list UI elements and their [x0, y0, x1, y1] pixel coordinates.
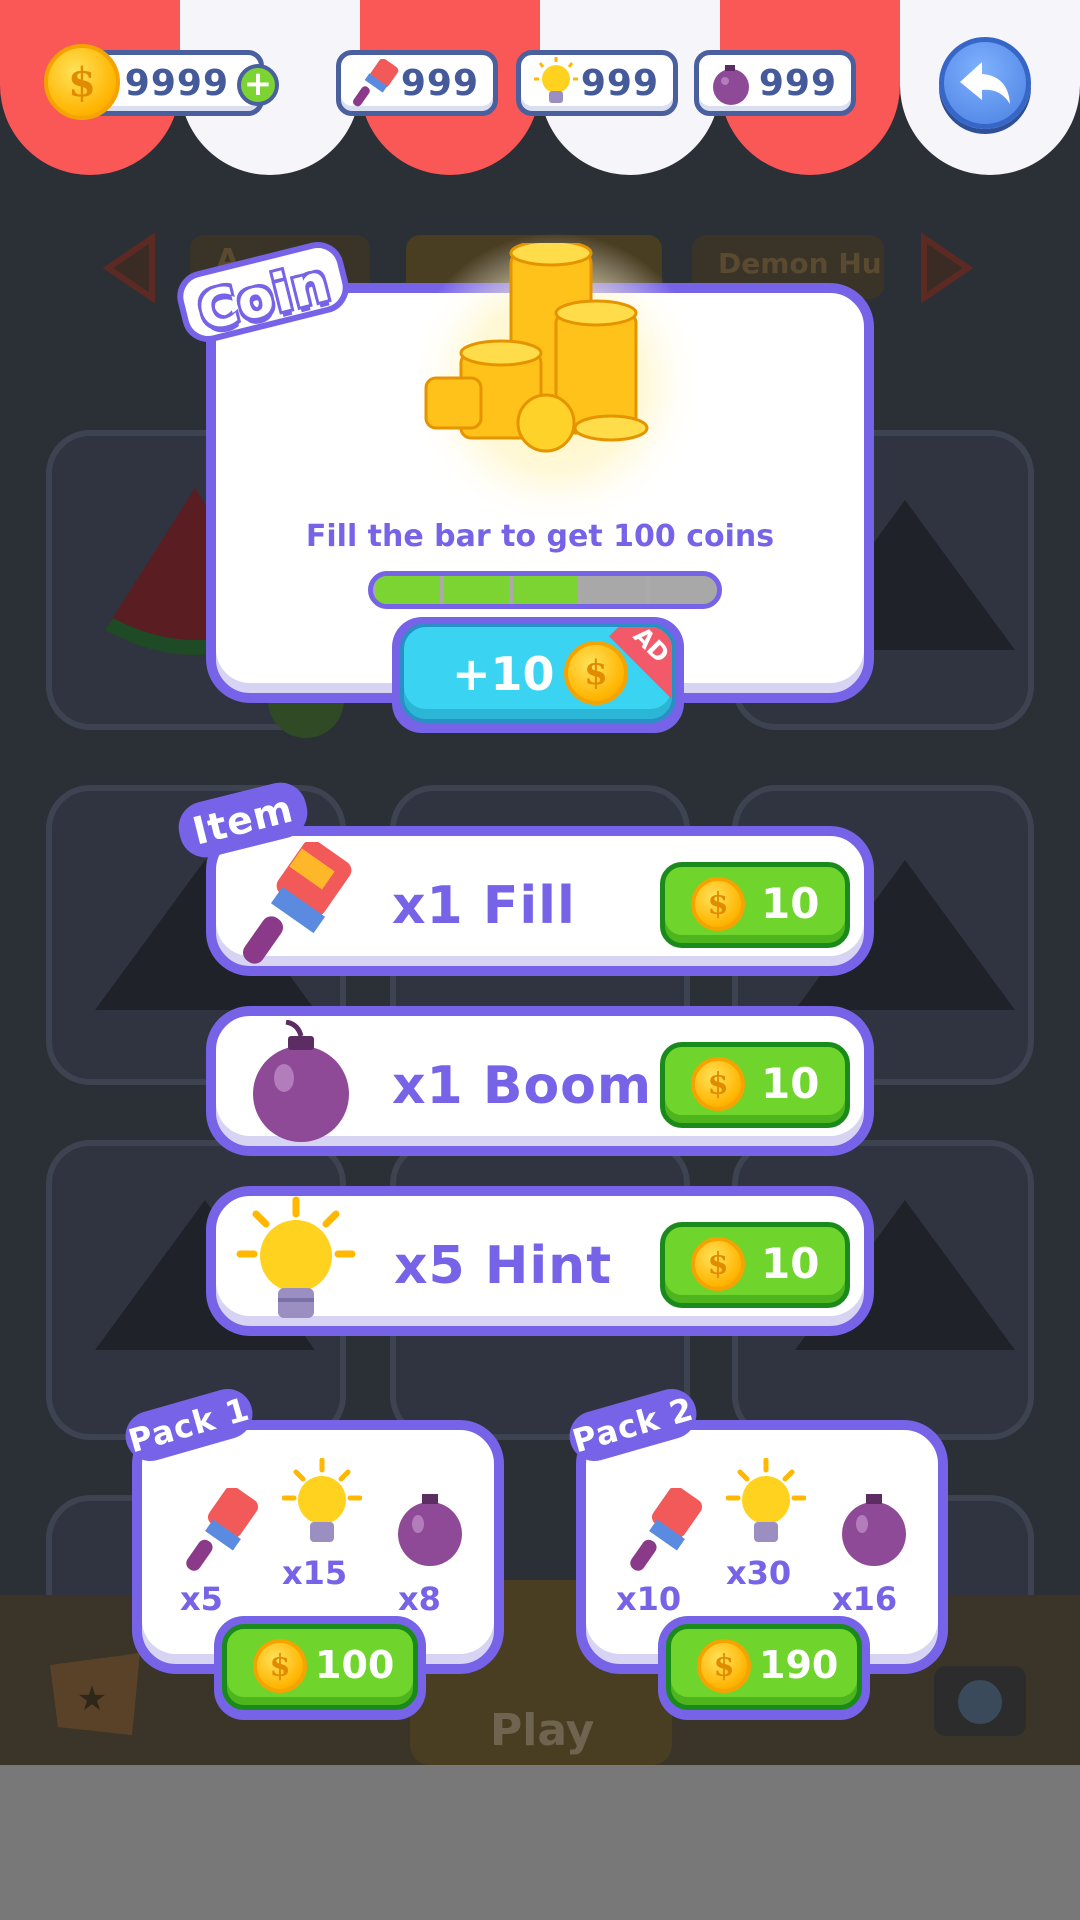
bg-arrow-left-icon — [102, 232, 155, 304]
coin-icon: $ — [691, 1237, 745, 1291]
hint-balance: 999 — [516, 50, 678, 116]
progress-segment — [512, 576, 578, 604]
svg-text:★: ★ — [77, 1679, 107, 1719]
paint-brush-icon — [186, 1488, 259, 1571]
coin-balance-value: 9999 — [124, 63, 229, 104]
fill-balance-value: 999 — [400, 63, 479, 104]
ad-reward-label: +10 — [452, 647, 555, 701]
progress-segment — [581, 576, 647, 604]
lightbulb-icon — [534, 57, 578, 103]
add-coins-glyph: + — [243, 64, 273, 104]
lightbulb-icon — [282, 1458, 362, 1542]
boom-balance-value: 999 — [758, 63, 837, 104]
buy-fill-button[interactable]: $ 10 — [660, 862, 850, 948]
coin-icon: $ — [697, 1639, 751, 1693]
coin-icon: $ — [564, 641, 628, 705]
buy-fill-price: 10 — [761, 879, 820, 928]
fill-balance: 999 — [336, 50, 498, 116]
pack-1-price: 100 — [315, 1643, 395, 1687]
bomb-icon — [713, 65, 749, 105]
pack-1-hint-qty: x15 — [282, 1554, 348, 1592]
coin-icon: $ — [691, 1057, 745, 1111]
progress-segment — [650, 576, 715, 604]
coin-icon: $ — [44, 44, 120, 120]
bg-tab-right-label: Demon Hun — [718, 247, 884, 280]
add-coins-button[interactable]: + — [237, 64, 279, 106]
pack-2-fill-qty: x10 — [616, 1580, 682, 1618]
buy-boom-price: 10 — [761, 1059, 820, 1108]
bomb-icon — [253, 1020, 349, 1142]
paint-brush-icon — [243, 842, 352, 964]
buy-hint-price: 10 — [761, 1239, 820, 1288]
lightbulb-icon — [236, 1196, 356, 1318]
coin-icon-glyph: $ — [707, 1246, 729, 1282]
item-card-fill: x1 Fill $ 10 — [206, 826, 874, 976]
bomb-icon — [842, 1494, 906, 1566]
buy-pack-1-button[interactable]: $ 100 — [222, 1624, 418, 1710]
bottom-empty-area — [0, 1765, 1080, 1920]
coin-icon-glyph: $ — [707, 1066, 729, 1102]
item-label-hint: x5 Hint — [394, 1236, 613, 1296]
item-card-boom: x1 Boom $ 10 — [206, 1006, 874, 1156]
buy-pack-2-button[interactable]: $ 190 — [666, 1624, 862, 1710]
hint-balance-value: 999 — [580, 63, 659, 104]
boom-balance: 999 — [694, 50, 856, 116]
bg-arrow-right-icon — [921, 232, 974, 304]
paint-brush-icon — [352, 59, 399, 107]
coin-icon: $ — [691, 877, 745, 931]
ad-reward-button[interactable]: +10 $ AD — [400, 623, 676, 723]
item-label-boom: x1 Boom — [392, 1056, 653, 1116]
bg-play-label: Play — [490, 1705, 595, 1756]
paint-brush-icon — [630, 1488, 703, 1571]
coin-icon-glyph: $ — [707, 886, 729, 922]
coin-icon-glyph: $ — [584, 653, 608, 693]
coin-offer-caption: Fill the bar to get 100 coins — [305, 519, 775, 554]
progress-segment — [375, 576, 440, 604]
pack-2-hint-qty: x30 — [726, 1554, 792, 1592]
progress-segment — [443, 576, 509, 604]
bg-flag-icon: ★ — [50, 1653, 140, 1735]
coin-icon-glyph: $ — [713, 1648, 735, 1684]
pack-2-price: 190 — [759, 1643, 839, 1687]
coin-icon-glyph: $ — [68, 58, 96, 106]
pack-2-boom-qty: x16 — [832, 1580, 898, 1618]
lightbulb-icon — [726, 1458, 806, 1542]
pack-1-fill-qty: x5 — [180, 1580, 223, 1618]
coin-icon: $ — [253, 1639, 307, 1693]
back-arrow-icon — [960, 62, 1010, 104]
item-card-hint: x5 Hint $ 10 — [206, 1186, 874, 1336]
back-button[interactable] — [939, 37, 1031, 129]
coin-icon-glyph: $ — [269, 1648, 291, 1684]
item-label-fill: x1 Fill — [392, 876, 576, 936]
buy-boom-button[interactable]: $ 10 — [660, 1042, 850, 1128]
buy-hint-button[interactable]: $ 10 — [660, 1222, 850, 1308]
coin-progress-bar — [368, 571, 722, 609]
pack-1-boom-qty: x8 — [398, 1580, 441, 1618]
bg-camera-icon — [934, 1666, 1026, 1736]
coin-stack-icon — [424, 243, 649, 453]
bomb-icon — [398, 1494, 462, 1566]
